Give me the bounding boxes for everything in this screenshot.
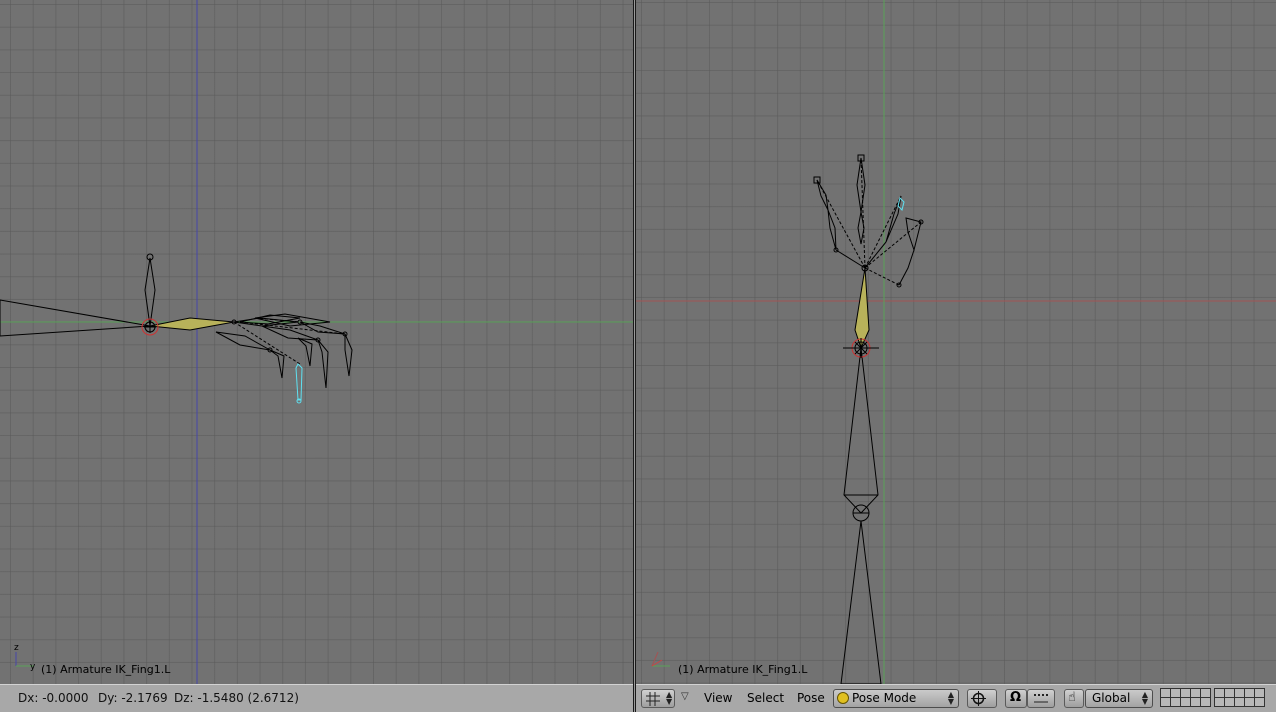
snap-mode-icon (1034, 694, 1048, 703)
grid-icon (646, 692, 660, 706)
svg-text:z: z (14, 643, 19, 653)
right-3d-viewport[interactable]: (1) Armature IK_Fing1.L (636, 0, 1276, 684)
magnet-icon: Ω (1010, 690, 1022, 705)
left-3d-viewport[interactable]: z y (1) Armature IK_Fing1.L (0, 0, 633, 684)
axis-gizmo-right (651, 651, 670, 667)
active-bone (295, 363, 303, 401)
pose-menu[interactable]: Pose (797, 691, 825, 705)
manipulator-toggle[interactable]: ☝ (1064, 689, 1084, 708)
orientation-select-arrows-icon: ▲ ▼ (1141, 690, 1148, 706)
pivot-select[interactable] (967, 689, 997, 708)
select-menu[interactable]: Select (747, 691, 784, 705)
mode-select-arrows-icon: ▲ ▼ (947, 690, 954, 706)
editor-type-button[interactable]: ▲ ▼ (641, 689, 675, 708)
transform-status-bar: Dx: -0.0000 Dy: -2.1769 Dz: -1.5480 (2.6… (0, 684, 633, 712)
arm-bone (0, 299, 151, 337)
snap-toggle[interactable]: Ω (1005, 689, 1027, 708)
dz-readout: Dz: -1.5480 (2.6712) (174, 691, 299, 705)
right-viewport-label: (1) Armature IK_Fing1.L (678, 663, 808, 676)
orientation-select[interactable]: Global ▲ ▼ (1085, 689, 1153, 708)
viewport-header: ▲ ▼ ▽ View Select Pose Pose Mode ▲ ▼ Ω ☝ G… (636, 684, 1276, 712)
right-viewport-scene (636, 0, 1276, 684)
body-bone-upper (843, 347, 879, 514)
mode-select[interactable]: Pose Mode ▲ ▼ (833, 689, 959, 708)
finger-bones (215, 313, 353, 389)
pose-mode-icon (837, 692, 849, 704)
upper-bone (144, 257, 156, 327)
dx-readout: Dx: -0.0000 (18, 691, 89, 705)
finger-bones-right (813, 154, 924, 288)
menu-collapse-icon[interactable]: ▽ (681, 691, 689, 702)
pivot-icon (971, 691, 986, 706)
layer-grid-icon[interactable] (1160, 688, 1270, 708)
left-viewport-label: (1) Armature IK_Fing1.L (41, 663, 171, 676)
mode-select-value: Pose Mode (852, 691, 917, 705)
snap-mode-button[interactable] (1027, 689, 1055, 708)
hand-bone-selected-right (854, 267, 870, 350)
axis-gizmo: z y (14, 643, 36, 672)
view-menu[interactable]: View (704, 691, 732, 705)
orientation-select-value: Global (1092, 691, 1131, 705)
left-viewport-scene: z y (0, 0, 633, 684)
editor-type-arrows-icon: ▲ ▼ (666, 690, 673, 706)
body-bone-lower (840, 520, 882, 684)
svg-text:y: y (30, 662, 36, 672)
hand-bone-selected (149, 317, 235, 331)
hand-icon: ☝ (1068, 690, 1076, 705)
dy-readout: Dy: -2.1769 (98, 691, 168, 705)
